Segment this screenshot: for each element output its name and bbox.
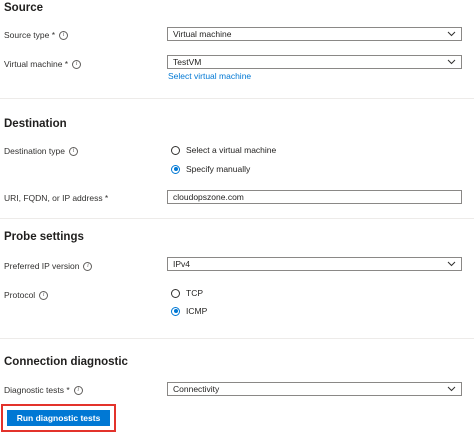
radio-specify-manually[interactable]: Specify manually bbox=[171, 164, 250, 174]
info-icon[interactable]: i bbox=[83, 261, 93, 271]
radio-icmp[interactable]: ICMP bbox=[171, 306, 207, 316]
radio-button[interactable] bbox=[171, 164, 180, 174]
chevron-down-icon bbox=[447, 261, 456, 267]
radio-select-vm[interactable]: Select a virtual machine bbox=[171, 145, 276, 155]
source-type-dropdown[interactable]: Virtual machine bbox=[167, 27, 462, 41]
section-title-diagnostic: Connection diagnostic bbox=[4, 356, 128, 368]
chevron-down-icon bbox=[447, 386, 456, 392]
destination-type-label: Destination type i bbox=[4, 146, 78, 156]
radio-button[interactable] bbox=[171, 306, 180, 316]
run-button-highlight: Run diagnostic tests bbox=[1, 404, 116, 432]
run-diagnostic-tests-button[interactable]: Run diagnostic tests bbox=[7, 410, 110, 426]
radio-tcp[interactable]: TCP bbox=[171, 288, 203, 298]
select-vm-link[interactable]: Select virtual machine bbox=[168, 71, 251, 81]
address-label: URI, FQDN, or IP address * bbox=[4, 193, 109, 203]
radio-button[interactable] bbox=[171, 288, 180, 298]
diagnostic-tests-dropdown[interactable]: Connectivity bbox=[167, 382, 462, 396]
ip-version-dropdown[interactable]: IPv4 bbox=[167, 257, 462, 271]
info-icon[interactable]: i bbox=[39, 290, 49, 300]
ip-version-label: Preferred IP version i bbox=[4, 261, 93, 271]
info-icon[interactable]: i bbox=[59, 30, 69, 40]
section-title-probe: Probe settings bbox=[4, 231, 84, 243]
chevron-down-icon bbox=[447, 31, 456, 37]
info-icon[interactable]: i bbox=[72, 59, 82, 69]
source-type-label: Source type * i bbox=[4, 30, 69, 40]
vm-dropdown[interactable]: TestVM bbox=[167, 55, 462, 69]
vm-label: Virtual machine * i bbox=[4, 59, 82, 69]
radio-button[interactable] bbox=[171, 145, 180, 155]
chevron-down-icon bbox=[447, 59, 456, 65]
section-title-destination: Destination bbox=[4, 118, 67, 130]
info-icon[interactable]: i bbox=[68, 146, 78, 156]
info-icon[interactable]: i bbox=[73, 385, 83, 395]
protocol-label: Protocol i bbox=[4, 290, 49, 300]
section-title-source: Source bbox=[4, 2, 43, 14]
divider bbox=[0, 98, 474, 99]
divider bbox=[0, 338, 474, 339]
divider bbox=[0, 218, 474, 219]
address-input[interactable]: cloudopszone.com bbox=[167, 190, 462, 204]
diagnostic-tests-label: Diagnostic tests * i bbox=[4, 385, 83, 395]
